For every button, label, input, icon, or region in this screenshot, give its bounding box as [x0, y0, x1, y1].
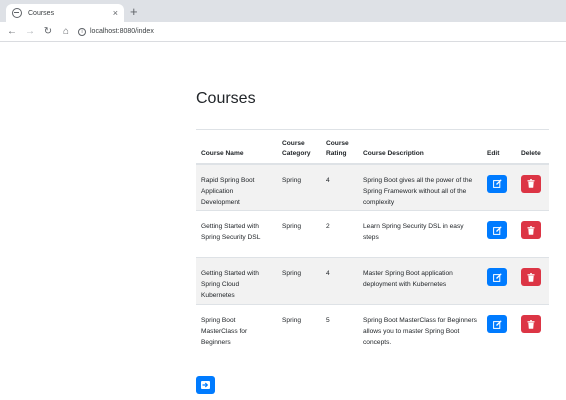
tab-title: Courses — [28, 9, 55, 17]
header-course-description: Course Description — [358, 129, 482, 165]
trash-icon — [527, 319, 535, 329]
edit-button[interactable] — [487, 221, 507, 239]
browser-toolbar: ← → ↻ ⌂ i localhost:8080/index — [0, 22, 566, 42]
header-course-rating: Course Rating — [321, 129, 358, 165]
course-name-cell: Spring Boot MasterClass for Beginners — [196, 304, 277, 352]
edit-button[interactable] — [487, 315, 507, 333]
course-name-cell: Rapid Spring Boot Application Developmen… — [196, 163, 277, 211]
url-text: localhost:8080/index — [90, 28, 154, 35]
course-description-cell: Spring Boot gives all the power of the S… — [358, 163, 482, 211]
course-name-cell: Getting Started with Spring Security DSL — [196, 210, 277, 258]
browser-tab-bar: Courses × + — [0, 0, 566, 22]
tab-close-button[interactable]: × — [113, 8, 118, 18]
course-name-cell: Getting Started with Spring Cloud Kubern… — [196, 257, 277, 305]
info-icon: i — [78, 27, 86, 36]
courses-table: Course Name Course Category Course Ratin… — [196, 129, 549, 352]
course-description-cell: Learn Spring Security DSL in easy steps — [358, 210, 482, 258]
header-edit: Edit — [482, 129, 516, 165]
trash-icon — [527, 179, 535, 188]
course-rating-cell: 4 — [321, 163, 358, 211]
table-row: Spring Boot MasterClass for Beginners Spr… — [196, 304, 549, 352]
course-category-cell: Spring — [277, 304, 321, 352]
course-description-cell: Master Spring Boot application deploymen… — [358, 257, 482, 305]
globe-icon — [12, 8, 22, 18]
table-row: Getting Started with Spring Security DSL… — [196, 210, 549, 258]
delete-cell — [516, 257, 549, 305]
edit-cell — [482, 210, 516, 258]
browser-tab[interactable]: Courses × — [6, 4, 124, 22]
course-rating-cell: 4 — [321, 257, 358, 305]
course-rating-cell: 2 — [321, 210, 358, 258]
back-arrow-icon[interactable]: ← — [6, 26, 18, 38]
course-rating-cell: 5 — [321, 304, 358, 352]
address-bar[interactable]: i localhost:8080/index — [78, 25, 558, 39]
delete-cell — [516, 304, 549, 352]
edit-cell — [482, 163, 516, 211]
edit-button[interactable] — [487, 174, 507, 193]
table-row: Rapid Spring Boot Application Developmen… — [196, 163, 549, 211]
course-category-cell: Spring — [277, 163, 321, 211]
edit-icon — [492, 272, 502, 282]
edit-icon — [492, 225, 502, 235]
course-category-cell: Spring — [277, 257, 321, 305]
header-delete: Delete — [516, 129, 549, 165]
forward-arrow-icon[interactable]: → — [24, 26, 36, 38]
arrow-right-icon — [201, 381, 210, 389]
edit-cell — [482, 304, 516, 352]
new-tab-button[interactable]: + — [130, 5, 138, 18]
header-course-name: Course Name — [196, 129, 277, 165]
course-description-cell: Spring Boot MasterClass for Beginners al… — [358, 304, 482, 352]
page-title: Courses — [196, 90, 256, 107]
delete-cell — [516, 210, 549, 258]
table-row: Getting Started with Spring Cloud Kubern… — [196, 257, 549, 305]
delete-cell — [516, 163, 549, 211]
trash-icon — [527, 225, 535, 235]
course-category-cell: Spring — [277, 210, 321, 258]
edit-icon — [492, 319, 502, 329]
header-course-category: Course Category — [277, 129, 321, 165]
reload-icon[interactable]: ↻ — [42, 26, 54, 38]
delete-button[interactable] — [521, 221, 541, 239]
edit-button[interactable] — [487, 268, 507, 286]
edit-cell — [482, 257, 516, 305]
edit-icon — [492, 179, 502, 188]
delete-button[interactable] — [521, 268, 541, 286]
add-course-button[interactable] — [196, 376, 215, 394]
table-header-row: Course Name Course Category Course Ratin… — [196, 129, 549, 165]
trash-icon — [527, 272, 535, 282]
home-icon[interactable]: ⌂ — [60, 26, 72, 38]
delete-button[interactable] — [521, 174, 541, 193]
delete-button[interactable] — [521, 315, 541, 333]
